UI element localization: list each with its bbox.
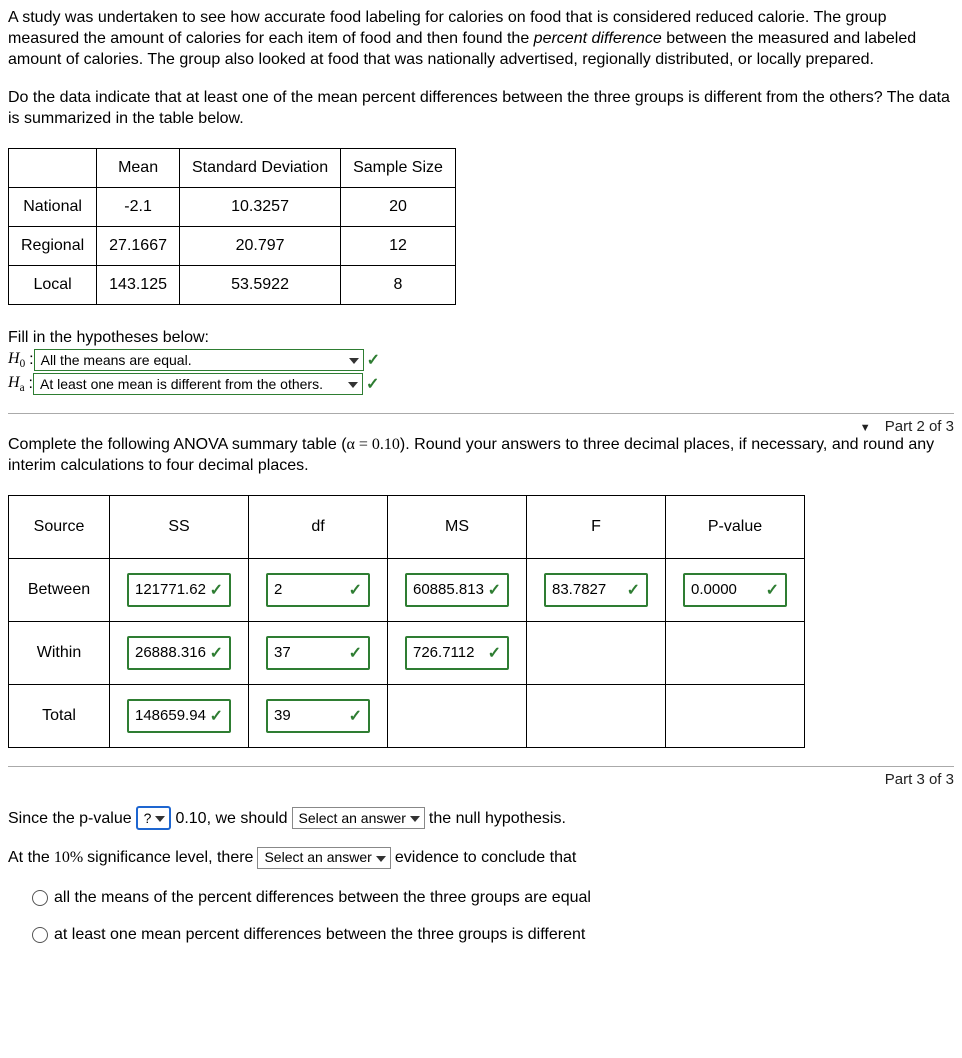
anova-row-between: Between 121771.62✓ 2✓ 60885.813✓ 83.7827… [9, 558, 805, 621]
radio-icon[interactable] [32, 927, 48, 943]
anova-table: Source SS df MS F P-value Between 121771… [8, 495, 805, 748]
part-3-header: Part 3 of 3 [8, 766, 954, 788]
total-ss-input[interactable]: 148659.94✓ [127, 699, 231, 733]
between-df-input[interactable]: 2✓ [266, 573, 370, 607]
col-df: df [249, 495, 388, 558]
within-ms-input[interactable]: 726.7112✓ [405, 636, 509, 670]
between-ss-input[interactable]: 121771.62✓ [127, 573, 231, 607]
check-icon: ✓ [349, 706, 362, 726]
radio-icon[interactable] [32, 890, 48, 906]
within-df-input[interactable]: 37✓ [266, 636, 370, 670]
check-icon: ✓ [210, 643, 223, 663]
check-icon: ✓ [210, 706, 223, 726]
evidence-select[interactable]: Select an answer [257, 847, 390, 869]
anova-row-within: Within 26888.316✓ 37✓ 726.7112✓ [9, 621, 805, 684]
decision-select[interactable]: Select an answer [292, 807, 425, 829]
check-icon: ✓ [627, 580, 640, 600]
h0-select[interactable]: All the means are equal. [34, 349, 364, 371]
col-ss: SS [110, 495, 249, 558]
intro-emph: percent difference [534, 30, 662, 47]
check-icon: ✓ [210, 580, 223, 600]
check-icon: ✓ [366, 374, 379, 394]
total-df-input[interactable]: 39✓ [266, 699, 370, 733]
col-mean: Mean [97, 148, 180, 187]
table-row: National -2.1 10.3257 20 [9, 187, 456, 226]
hypotheses-prompt: Fill in the hypotheses below: [8, 329, 954, 347]
col-n: Sample Size [341, 148, 456, 187]
part2-instructions: Complete the following ANOVA summary tab… [8, 435, 954, 477]
table-row: Local 143.125 53.5922 8 [9, 265, 456, 304]
between-p-input[interactable]: 0.0000✓ [683, 573, 787, 607]
check-icon: ✓ [488, 643, 501, 663]
part-2-header: ▼ Part 2 of 3 [8, 413, 954, 435]
summary-table: Mean Standard Deviation Sample Size Nati… [8, 148, 456, 305]
row-label: Local [9, 265, 97, 304]
col-ms: MS [388, 495, 527, 558]
h0-label: H0 [8, 350, 25, 370]
check-icon: ✓ [766, 580, 779, 600]
col-p: P-value [666, 495, 805, 558]
intro-paragraph-2: Do the data indicate that at least one o… [8, 88, 954, 130]
within-ss-input[interactable]: 26888.316✓ [127, 636, 231, 670]
conclusion-line-2: At the 10% significance level, there Sel… [8, 841, 954, 875]
col-f: F [527, 495, 666, 558]
table-row: Regional 27.1667 20.797 12 [9, 226, 456, 265]
triangle-down-icon: ▼ [860, 422, 871, 434]
ha-select[interactable]: At least one mean is different from the … [33, 373, 363, 395]
between-ms-input[interactable]: 60885.813✓ [405, 573, 509, 607]
between-f-input[interactable]: 83.7827✓ [544, 573, 648, 607]
row-label: Regional [9, 226, 97, 265]
col-source: Source [9, 495, 110, 558]
conclusion-option-2[interactable]: at least one mean percent differences be… [32, 918, 954, 952]
col-sd: Standard Deviation [180, 148, 341, 187]
check-icon: ✓ [488, 580, 501, 600]
check-icon: ✓ [349, 580, 362, 600]
anova-row-total: Total 148659.94✓ 39✓ [9, 684, 805, 747]
conclusion-line-1: Since the p-value ? 0.10, we should Sele… [8, 802, 954, 836]
conclusion-option-1[interactable]: all the means of the percent differences… [32, 881, 954, 915]
ha-label: Ha [8, 374, 25, 394]
ha-value: At least one mean is different from the … [40, 376, 323, 392]
intro-paragraph-1: A study was undertaken to see how accura… [8, 8, 954, 70]
row-label: National [9, 187, 97, 226]
check-icon: ✓ [349, 643, 362, 663]
pvalue-compare-select[interactable]: ? [136, 806, 172, 830]
check-icon: ✓ [367, 350, 380, 370]
h0-value: All the means are equal. [41, 352, 192, 368]
